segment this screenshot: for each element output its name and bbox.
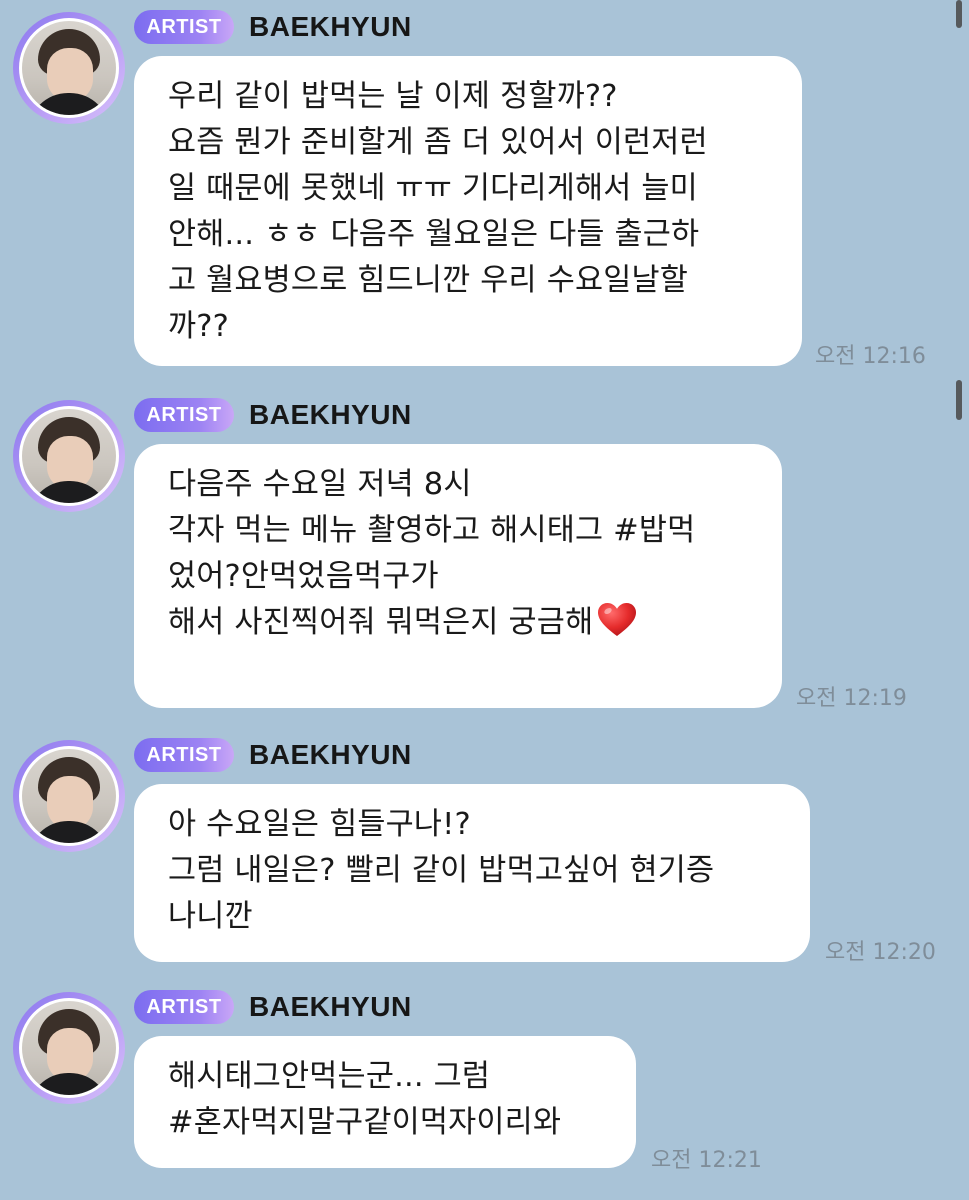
message-bubble[interactable]: 다음주 수요일 저녁 8시 각자 먹는 메뉴 촬영하고 해시태그 #밥먹 었어?… bbox=[134, 444, 782, 708]
avatar-photo bbox=[22, 21, 116, 115]
message-line: 해서 사진찍어줘 뭐먹은지 궁금해 bbox=[168, 600, 746, 646]
sender-name[interactable]: BAEKHYUN bbox=[249, 990, 412, 1024]
avatar[interactable] bbox=[13, 400, 125, 512]
avatar[interactable] bbox=[13, 12, 125, 124]
sender-name[interactable]: BAEKHYUN bbox=[249, 398, 412, 432]
avatar[interactable] bbox=[13, 992, 125, 1104]
scrollbar-thumb[interactable] bbox=[956, 0, 962, 28]
message-line: 요즘 뭔가 준비할게 좀 더 있어서 이런저런 bbox=[168, 125, 708, 160]
message-line: 그럼 내일은? 빨리 같이 밥먹고싶어 현기증 bbox=[168, 853, 715, 888]
avatar-photo bbox=[22, 1001, 116, 1095]
message-line: 다음주 수요일 저녁 8시 bbox=[168, 467, 472, 502]
message-line: 해시태그안먹는군... 그럼 bbox=[168, 1059, 491, 1094]
artist-badge: ARTIST bbox=[134, 990, 234, 1024]
sender-name[interactable]: BAEKHYUN bbox=[249, 10, 412, 44]
message-timestamp: 오전 12:21 bbox=[651, 1148, 762, 1173]
scrollbar-thumb[interactable] bbox=[956, 380, 962, 420]
message-line: #혼자먹지말구같이먹자이리와 bbox=[168, 1105, 562, 1140]
message-timestamp: 오전 12:19 bbox=[796, 686, 907, 711]
message-timestamp: 오전 12:16 bbox=[815, 344, 926, 369]
artist-badge: ARTIST bbox=[134, 398, 234, 432]
message-line: 나니깐 bbox=[168, 899, 253, 934]
message-line: 아 수요일은 힘들구나!? bbox=[168, 807, 471, 842]
message-bubble[interactable]: 아 수요일은 힘들구나!? 그럼 내일은? 빨리 같이 밥먹고싶어 현기증 나니… bbox=[134, 784, 810, 962]
artist-badge: ARTIST bbox=[134, 10, 234, 44]
message-line: 우리 같이 밥먹는 날 이제 정할까?? bbox=[168, 79, 618, 114]
message-timestamp: 오전 12:20 bbox=[825, 940, 936, 965]
sender-name[interactable]: BAEKHYUN bbox=[249, 738, 412, 772]
avatar[interactable] bbox=[13, 740, 125, 852]
message-line: 각자 먹는 메뉴 촬영하고 해시태그 #밥먹 bbox=[168, 513, 696, 548]
message-line: 고 월요병으로 힘드니깐 우리 수요일날할 bbox=[168, 263, 688, 298]
message-line: 까?? bbox=[168, 309, 230, 344]
message-line-text: 해서 사진찍어줘 뭐먹은지 궁금해 bbox=[168, 605, 594, 640]
message-bubble[interactable]: 해시태그안먹는군... 그럼 #혼자먹지말구같이먹자이리와 bbox=[134, 1036, 636, 1168]
message-line: 었어?안먹었음먹구가 bbox=[168, 559, 439, 594]
chat-screen: ARTIST BAEKHYUN 우리 같이 밥먹는 날 이제 정할까?? 요즘 … bbox=[0, 0, 969, 1200]
message-line: 일 때문에 못했네 ㅠㅠ 기다리게해서 늘미 bbox=[168, 171, 698, 206]
avatar-photo bbox=[22, 749, 116, 843]
message-bubble[interactable]: 우리 같이 밥먹는 날 이제 정할까?? 요즘 뭔가 준비할게 좀 더 있어서 … bbox=[134, 56, 802, 366]
avatar-photo bbox=[22, 409, 116, 503]
heart-emoji-icon bbox=[597, 602, 637, 638]
message-line: 안해... ㅎㅎ 다음주 월요일은 다들 출근하 bbox=[168, 217, 700, 252]
artist-badge: ARTIST bbox=[134, 738, 234, 772]
